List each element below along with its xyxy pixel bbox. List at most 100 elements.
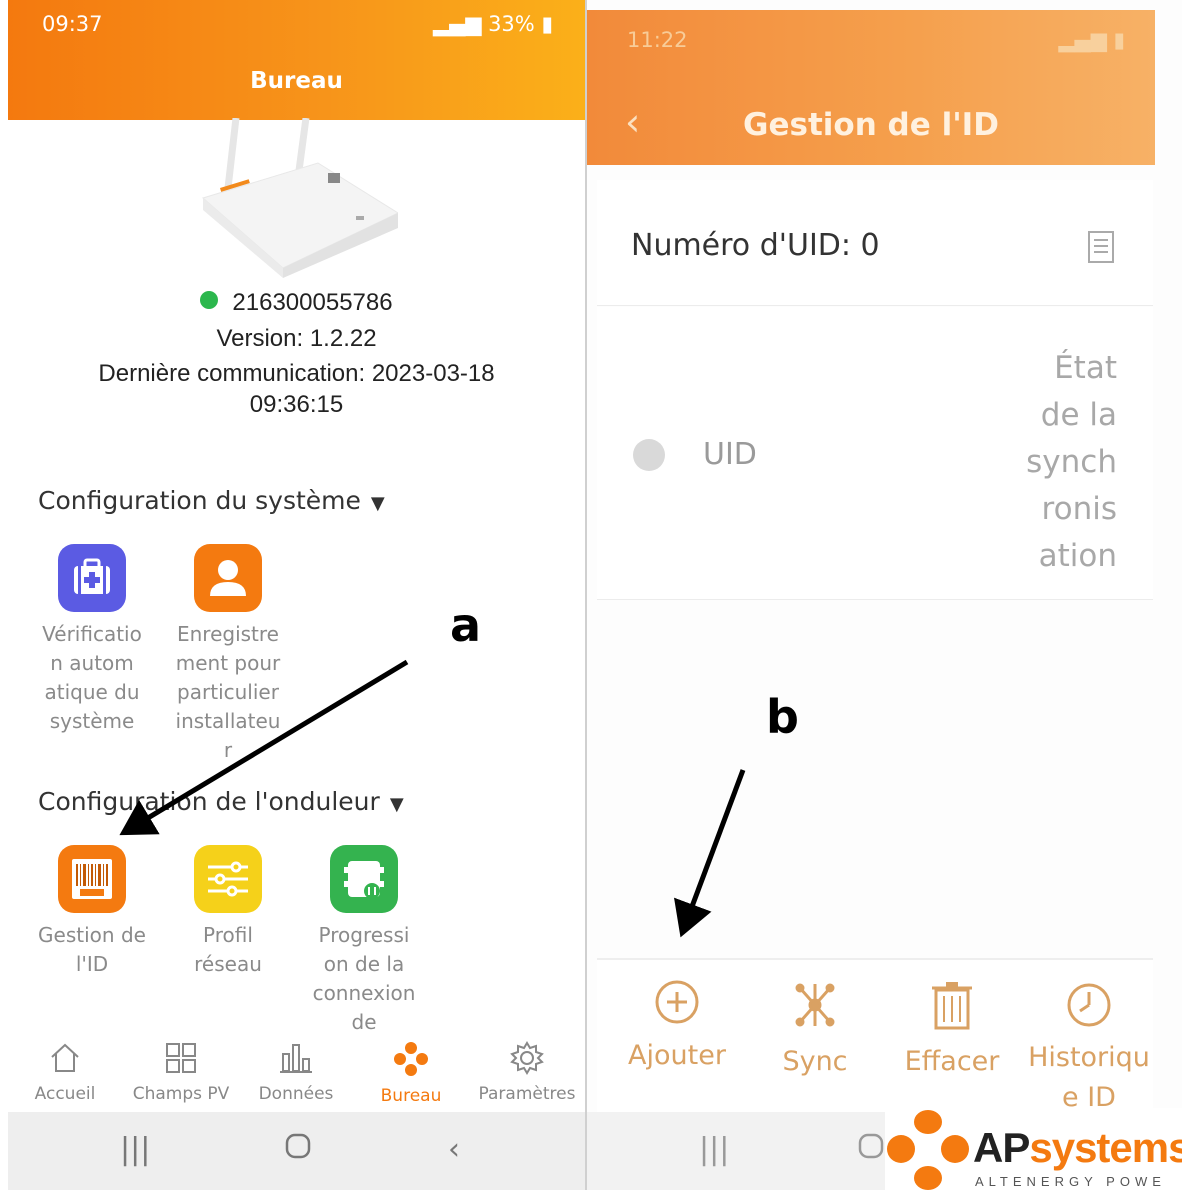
annotation-label-b: b — [766, 690, 799, 744]
tool-label-line: Historiqu — [1028, 1042, 1150, 1073]
tile-label-line: connexion — [312, 981, 416, 1005]
battery-icon: ▮ — [541, 12, 553, 36]
action-toolbar: Ajouter Sync Effacer Historiqu e ID — [597, 958, 1153, 1113]
bureau-icon — [394, 1042, 428, 1076]
back-button[interactable]: ‹ — [448, 1132, 460, 1167]
nav-donnees[interactable]: Données — [241, 1040, 351, 1104]
uid-count-row: Numéro d'UID: 0 — [597, 180, 1153, 306]
sync-state-column-header: État de la synch ronis ation — [987, 345, 1117, 580]
annotation-label-a: a — [450, 598, 482, 652]
recents-button[interactable]: ||| — [120, 1132, 150, 1167]
add-button[interactable]: Ajouter — [607, 978, 747, 1076]
online-status-dot — [200, 291, 219, 309]
tile-label-line: r — [223, 738, 233, 762]
brand-systems: systems — [1029, 1124, 1182, 1171]
brand-wordmark: APsystems — [973, 1124, 1182, 1172]
status-icons: ▂▄▆ ▮ — [1058, 28, 1125, 52]
home-outline-icon — [858, 1133, 884, 1159]
last-communication: Dernière communication: 2023-03-18 — [98, 360, 495, 387]
tile-installer-registration[interactable]: Enregistre ment pour particulier install… — [168, 544, 288, 765]
section-inverter-config[interactable]: Configuration de l'onduleur ▼ — [38, 787, 404, 816]
header-line: ation — [1038, 538, 1117, 574]
apsystems-logo-mark — [887, 1110, 969, 1190]
tile-label-line: Progressi — [318, 923, 410, 947]
nav-label: Paramètres — [478, 1084, 576, 1104]
sliders-icon — [194, 845, 262, 913]
home-outline-icon — [285, 1133, 311, 1159]
header-line: ronis — [1041, 491, 1117, 527]
tile-label-line: Vérificatio — [42, 622, 142, 646]
brand-tagline: ALTENERGY POWE — [975, 1174, 1166, 1189]
sync-network-icon — [795, 983, 835, 1027]
tile-label-line: atique du — [44, 680, 140, 704]
apsystems-logo: APsystems ALTENERGY POWE — [885, 1108, 1182, 1190]
nav-parametres[interactable]: Paramètres — [472, 1040, 582, 1104]
status-time: 11:22 — [627, 28, 688, 52]
header-line: de la — [1040, 397, 1117, 433]
tile-label-line: Gestion de — [38, 923, 146, 947]
device-serial-row: 216300055786 — [8, 289, 585, 317]
status-time: 09:37 — [42, 12, 103, 36]
tile-label-line: Enregistre — [176, 622, 279, 646]
home-icon — [51, 1043, 79, 1072]
android-system-bar: ||| ‹ — [8, 1112, 585, 1190]
tool-label: Sync — [782, 1046, 848, 1077]
home-button[interactable] — [284, 1132, 312, 1168]
tile-label-line: ment pour — [175, 651, 281, 675]
nav-bureau[interactable]: Bureau — [356, 1040, 466, 1106]
tile-connection-progress[interactable]: Progressi on de la connexion de — [304, 845, 424, 1037]
caret-down-icon: ▼ — [370, 493, 385, 514]
document-icon[interactable] — [1087, 230, 1117, 264]
page-title: Bureau — [250, 68, 343, 94]
nav-label: Données — [258, 1084, 334, 1104]
uid-column-header: UID — [703, 437, 757, 472]
battery-level: 33% — [488, 12, 535, 36]
tile-label-line: système — [49, 709, 135, 733]
recents-button[interactable]: ||| — [699, 1132, 729, 1167]
nav-label: Champs PV — [132, 1084, 230, 1104]
add-circle-icon — [655, 980, 699, 1024]
sync-button[interactable]: Sync — [745, 978, 885, 1082]
tile-auto-check[interactable]: Vérificatio n autom atique du système — [32, 544, 152, 736]
caret-down-icon: ▼ — [389, 794, 404, 815]
section-system-config[interactable]: Configuration du système ▼ — [38, 486, 385, 515]
tile-label-line: particulier — [177, 680, 279, 704]
right-phone-screen: 11:22 ▂▄▆ ▮ ‹ Gestion de l'ID Numéro d'U… — [587, 0, 1182, 1190]
header-line: synch — [1026, 444, 1117, 480]
barcode-icon — [58, 845, 126, 913]
person-icon — [194, 544, 262, 612]
inverter-icon — [330, 845, 398, 913]
last-communication-time: 09:36:15 — [249, 391, 344, 418]
bottom-navigation: Accueil Champs PV Données Bureau Paramèt… — [8, 1030, 585, 1112]
brand-ap: AP — [973, 1124, 1030, 1171]
header-line: État — [1054, 350, 1117, 386]
clock-icon — [1067, 983, 1111, 1027]
nav-label: Accueil — [34, 1084, 96, 1104]
section-title: Configuration de l'onduleur — [38, 787, 380, 816]
nav-champs-pv[interactable]: Champs PV — [126, 1040, 236, 1104]
id-history-button[interactable]: Historiqu e ID — [1019, 978, 1159, 1118]
app-header: 09:37 ▂▄▆ 33% ▮ Bureau — [8, 0, 585, 120]
tile-label-line: réseau — [194, 952, 262, 976]
status-icons: ▂▄▆ 33% ▮ — [433, 12, 553, 36]
uid-table-header: UID État de la synch ronis ation — [597, 307, 1153, 600]
device-version: Version: 1.2.22 — [216, 325, 377, 352]
grid-icon — [166, 1043, 196, 1073]
signal-icon: ▂▄▆ — [432, 12, 482, 36]
tile-grid-profile[interactable]: Profil réseau — [168, 845, 288, 979]
delete-button[interactable]: Effacer — [882, 978, 1022, 1082]
gear-icon — [510, 1041, 544, 1075]
app-header: 11:22 ▂▄▆ ▮ ‹ Gestion de l'ID — [587, 10, 1155, 165]
select-all-radio[interactable] — [633, 439, 665, 471]
tool-label: Effacer — [904, 1046, 1000, 1077]
device-serial: 216300055786 — [232, 289, 393, 316]
medkit-icon — [58, 544, 126, 612]
nav-accueil[interactable]: Accueil — [10, 1040, 120, 1104]
section-title: Configuration du système — [38, 486, 361, 515]
home-button[interactable] — [857, 1132, 885, 1168]
tile-label-line: Profil — [203, 923, 253, 947]
tile-id-management[interactable]: Gestion de l'ID — [32, 845, 152, 979]
tool-label: Ajouter — [628, 1040, 726, 1071]
nav-label: Bureau — [380, 1086, 442, 1106]
trash-icon — [932, 982, 972, 1030]
